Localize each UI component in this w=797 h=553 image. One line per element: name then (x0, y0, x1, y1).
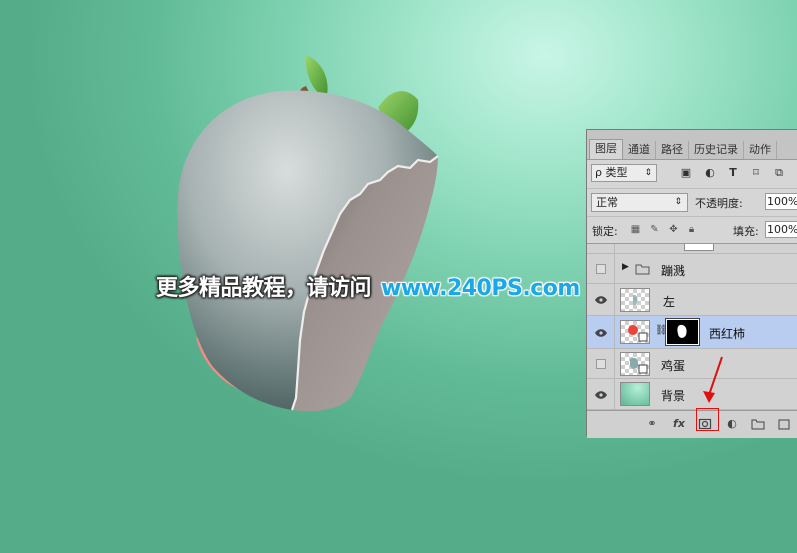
layer-background[interactable]: 背景 (587, 379, 797, 410)
updown-icon: ⇕ (674, 197, 682, 207)
layer-name: 西红柿 (709, 327, 746, 341)
fx-icon[interactable]: fx (671, 417, 687, 431)
layer-name: 鸡蛋 (661, 359, 686, 373)
layer-partial[interactable] (587, 244, 797, 254)
panel-tabs: 图层 通道 路径 历史记录 动作 (587, 130, 797, 160)
kind-label: 类型 (605, 166, 628, 179)
layer-thumbnail (684, 244, 714, 251)
opacity-input[interactable]: 100% (765, 193, 797, 210)
lock-row: 锁定: ▦ ✎ ✥ 🔒︎ 填充: 100% (587, 216, 797, 242)
filter-smart-object-icon[interactable]: ⧉ (773, 167, 785, 179)
filter-type-icon[interactable]: T (727, 167, 739, 179)
layer-tomato[interactable]: ⛓ 西红柿 (587, 316, 797, 349)
tab-actions[interactable]: 动作 (744, 141, 777, 159)
layer-thumbnail (620, 382, 650, 406)
eye-icon[interactable] (595, 328, 607, 338)
blend-mode-select[interactable]: 正常 ⇕ (591, 193, 688, 212)
blend-mode-value: 正常 (596, 196, 618, 209)
blend-row: 正常 ⇕ 不透明度: 100% (587, 188, 797, 215)
layer-group-splash[interactable]: ▶ 蹦溅 (587, 254, 797, 284)
layer-egg[interactable]: 鸡蛋 (587, 349, 797, 379)
link-icon[interactable]: ⚭ (645, 417, 659, 431)
highlight-box (696, 408, 719, 431)
fill-input[interactable]: 100% (765, 221, 797, 238)
folder-icon[interactable] (751, 417, 765, 431)
visibility-toggle[interactable] (596, 264, 606, 274)
opacity-label: 不透明度: (695, 197, 743, 210)
tab-history[interactable]: 历史记录 (689, 141, 744, 159)
lock-paint-icon[interactable]: ✎ (649, 224, 660, 235)
lock-all-icon[interactable]: 🔒︎ (686, 224, 697, 235)
eye-icon[interactable] (595, 295, 607, 305)
watermark-text: 更多精品教程，请访问 (156, 276, 372, 301)
layer-thumbnail (620, 352, 650, 376)
filter-shape-icon[interactable]: ⌑ (750, 167, 762, 179)
lock-label: 锁定: (592, 225, 618, 238)
lock-move-icon[interactable]: ✥ (668, 224, 679, 235)
eye-icon[interactable] (595, 390, 607, 400)
layer-thumbnail (620, 288, 650, 312)
layer-name: 左 (663, 295, 676, 309)
layers-bottom-bar: ⚭ fx ◐ (587, 410, 797, 438)
fill-label: 填充: (733, 225, 759, 238)
watermark-url: www.240PS.com (381, 276, 580, 301)
red-arrow-icon (703, 356, 723, 403)
search-glyph: ρ (595, 166, 602, 179)
tab-layers[interactable]: 图层 (589, 139, 623, 159)
layer-left[interactable]: 左 (587, 284, 797, 316)
lock-transparent-icon[interactable]: ▦ (630, 224, 641, 235)
folder-icon (635, 264, 650, 275)
updown-icon: ⇕ (644, 168, 652, 178)
filter-pixel-icon[interactable]: ▣ (680, 167, 692, 179)
layer-name: 蹦溅 (661, 264, 686, 278)
tab-channels[interactable]: 通道 (623, 141, 656, 159)
visibility-toggle[interactable] (596, 359, 606, 369)
layer-name: 背景 (661, 389, 686, 403)
filter-adjustment-icon[interactable]: ◐ (704, 167, 716, 179)
adjustment-icon[interactable]: ◐ (725, 417, 739, 431)
new-layer-icon[interactable] (777, 417, 791, 431)
expand-arrow-icon[interactable]: ▶ (622, 262, 629, 272)
layers-list: ▶ 蹦溅 左 ⛓ 西红柿 鸡蛋 背景 (587, 243, 797, 410)
layer-thumbnail (620, 320, 650, 344)
filter-row: ρ 类型 ⇕ ▣ ◐ T ⌑ ⧉ (587, 161, 797, 186)
watermark: 更多精品教程，请访问 www.240PS.com (156, 270, 580, 302)
tab-paths[interactable]: 路径 (656, 141, 689, 159)
layer-mask-thumbnail[interactable] (665, 318, 700, 346)
layer-kind-filter[interactable]: ρ 类型 ⇕ (591, 164, 657, 182)
layers-panel: 图层 通道 路径 历史记录 动作 ρ 类型 ⇕ ▣ ◐ T ⌑ ⧉ 正常 ⇕ 不… (586, 129, 797, 438)
